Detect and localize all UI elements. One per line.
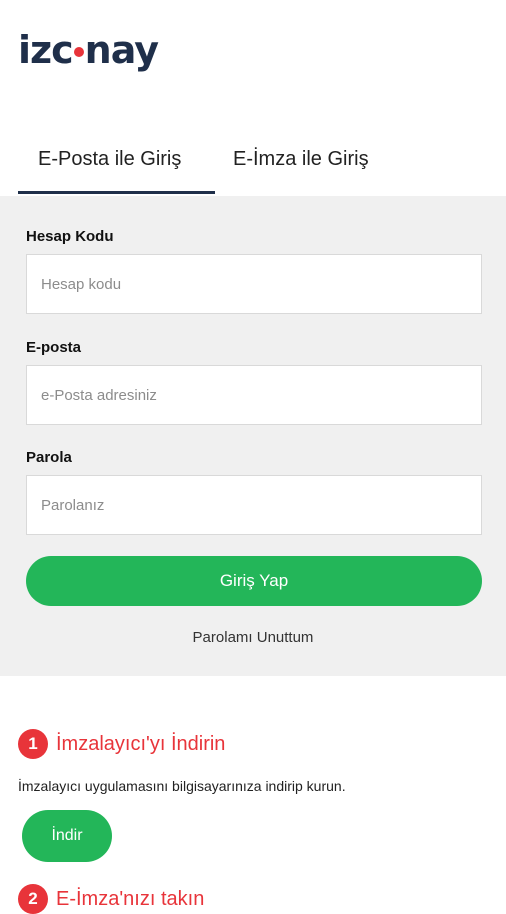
step-number-badge: 2 <box>18 884 48 914</box>
tab-esignature-login[interactable]: E-İmza ile Giriş <box>215 140 387 186</box>
download-button[interactable]: İndir <box>22 810 112 862</box>
logo-text-left: izc <box>18 28 74 72</box>
brand-logo: izc nay <box>18 28 159 72</box>
step-title: E-İmza'nızı takın <box>56 887 205 910</box>
login-tabs: E-Posta ile Giriş E-İmza ile Giriş <box>18 140 488 196</box>
forgot-password-link[interactable]: Parolamı Unuttum <box>0 629 506 646</box>
password-input[interactable] <box>26 475 482 535</box>
step-download-signer: 1 İmzalayıcı'yı İndirin <box>18 729 225 759</box>
login-button[interactable]: Giriş Yap <box>26 556 482 606</box>
tab-email-login[interactable]: E-Posta ile Giriş <box>18 140 215 194</box>
logo-mark <box>73 47 84 57</box>
account-code-label: Hesap Kodu <box>26 228 114 245</box>
step-number-badge: 1 <box>18 729 48 759</box>
password-label: Parola <box>26 449 72 466</box>
email-input[interactable] <box>26 365 482 425</box>
step-description: İmzalayıcı uygulamasını bilgisayarınıza … <box>18 778 346 794</box>
account-code-input[interactable] <box>26 254 482 314</box>
login-form-panel: Hesap Kodu E-posta Parola Giriş Yap Paro… <box>0 196 506 676</box>
step-insert-esignature: 2 E-İmza'nızı takın <box>18 884 204 914</box>
logo-text-right: nay <box>84 28 159 72</box>
email-label: E-posta <box>26 339 82 356</box>
step-title: İmzalayıcı'yı İndirin <box>56 732 226 755</box>
